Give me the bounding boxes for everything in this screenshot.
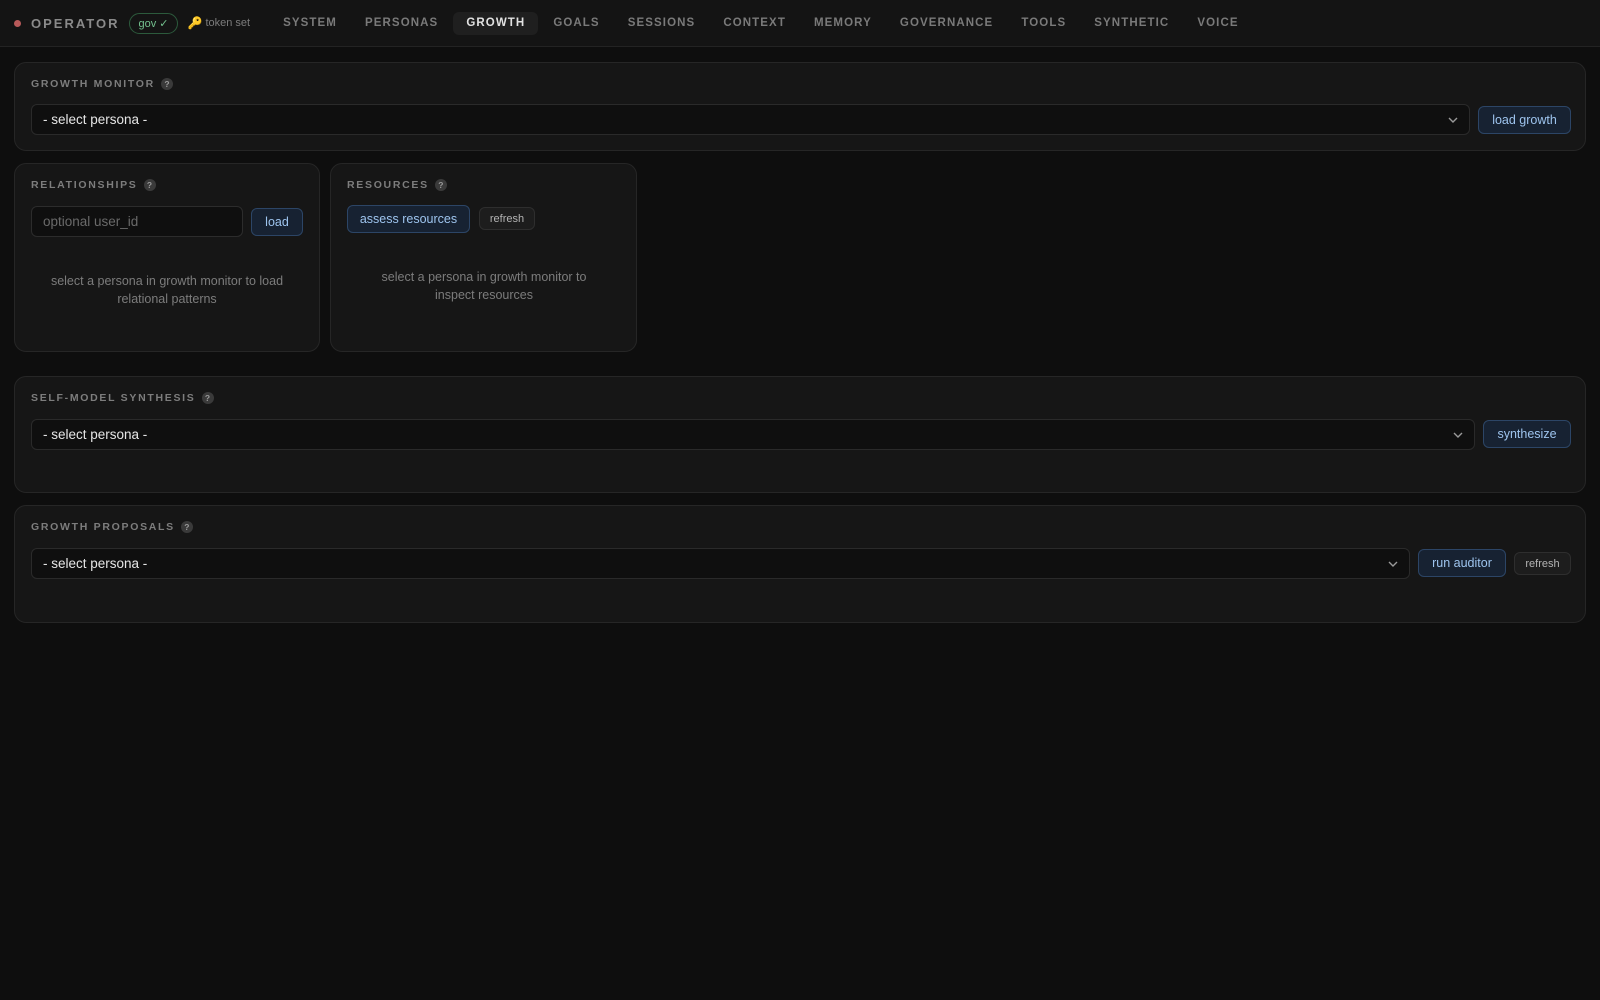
self-model-persona-select[interactable]: - select persona - [31, 419, 1475, 450]
resources-panel: RESOURCES ? assess resources refresh sel… [330, 163, 637, 352]
help-icon[interactable]: ? [434, 179, 447, 191]
growth-monitor-select-value: - select persona - [43, 112, 148, 127]
tab-voice[interactable]: VOICE [1184, 12, 1251, 35]
top-bar: OPERATOR gov ✓ 🔑 token set SYSTEM PERSON… [0, 0, 1600, 47]
token-status: 🔑 token set [188, 16, 251, 30]
self-model-title: SELF-MODEL SYNTHESIS [31, 392, 196, 404]
growth-proposals-header: GROWTH PROPOSALS ? [31, 521, 193, 533]
growth-monitor-header: GROWTH MONITOR ? [31, 78, 173, 90]
relationships-empty-message: select a persona in growth monitor to lo… [50, 274, 284, 306]
tab-memory[interactable]: MEMORY [801, 12, 885, 35]
resources-title: RESOURCES [347, 179, 429, 191]
growth-proposals-select-value: - select persona - [43, 556, 148, 571]
resources-header: RESOURCES ? [347, 179, 447, 191]
tab-growth[interactable]: GROWTH [453, 11, 539, 35]
resources-refresh-button[interactable]: refresh [479, 207, 535, 230]
user-id-input[interactable] [31, 206, 243, 237]
relationships-panel: RELATIONSHIPS ? load select a persona in… [14, 163, 320, 352]
tab-goals[interactable]: GOALS [540, 12, 612, 35]
status-dot-icon [14, 19, 21, 27]
tab-tools[interactable]: TOOLS [1008, 12, 1079, 35]
tab-system[interactable]: SYSTEM [270, 12, 350, 35]
assess-resources-button[interactable]: assess resources [347, 205, 470, 233]
help-icon[interactable]: ? [180, 521, 193, 533]
load-growth-button[interactable]: load growth [1478, 106, 1571, 134]
key-icon: 🔑 [187, 16, 203, 30]
relationships-header: RELATIONSHIPS ? [31, 179, 156, 191]
self-model-select-value: - select persona - [43, 427, 148, 442]
tab-sessions[interactable]: SESSIONS [615, 12, 709, 35]
growth-monitor-title: GROWTH MONITOR [31, 78, 155, 90]
relationships-title: RELATIONSHIPS [31, 179, 138, 191]
growth-proposals-panel: GROWTH PROPOSALS ? - select persona - ru… [14, 505, 1586, 623]
growth-monitor-persona-select[interactable]: - select persona - [31, 104, 1470, 135]
tab-personas[interactable]: PERSONAS [352, 12, 451, 35]
chevron-down-icon [1388, 561, 1398, 567]
resources-empty-message: select a persona in growth monitor to in… [381, 270, 587, 302]
help-icon[interactable]: ? [160, 78, 173, 90]
load-relationships-button[interactable]: load [251, 208, 303, 236]
synthesize-button[interactable]: synthesize [1483, 420, 1571, 448]
tab-governance[interactable]: GOVERNANCE [887, 12, 1006, 35]
proposals-refresh-button[interactable]: refresh [1514, 552, 1571, 575]
tab-context[interactable]: CONTEXT [710, 12, 799, 35]
chevron-down-icon [1453, 432, 1463, 438]
run-auditor-button[interactable]: run auditor [1418, 549, 1506, 577]
chevron-down-icon [1448, 117, 1458, 123]
help-icon[interactable]: ? [201, 392, 214, 404]
main-nav: SYSTEM PERSONAS GROWTH GOALS SESSIONS CO… [270, 11, 1252, 35]
app-title: OPERATOR [31, 15, 120, 31]
gov-status-badge: gov ✓ [129, 12, 178, 34]
growth-monitor-panel: GROWTH MONITOR ? - select persona - load… [14, 62, 1586, 151]
self-model-header: SELF-MODEL SYNTHESIS ? [31, 392, 214, 404]
self-model-synthesis-panel: SELF-MODEL SYNTHESIS ? - select persona … [14, 376, 1586, 493]
growth-proposals-persona-select[interactable]: - select persona - [31, 548, 1410, 579]
token-status-label: token set [205, 17, 251, 29]
growth-proposals-title: GROWTH PROPOSALS [31, 521, 175, 533]
tab-synthetic[interactable]: SYNTHETIC [1081, 12, 1182, 35]
help-icon[interactable]: ? [143, 179, 156, 191]
